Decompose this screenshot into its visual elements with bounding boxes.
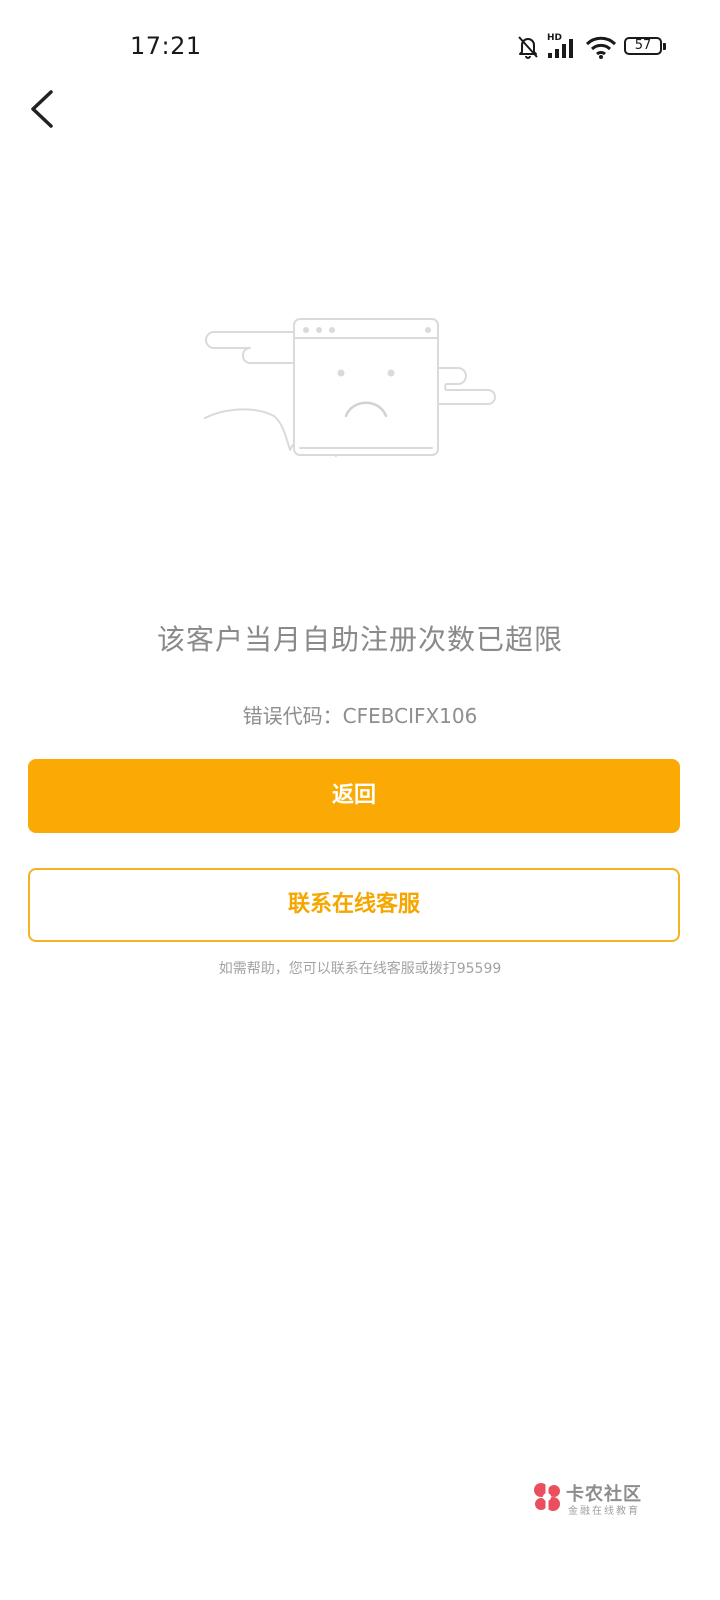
battery-icon: 57 <box>624 37 662 55</box>
watermark-subtitle: 金融在线教育 <box>568 1506 640 1517</box>
back-button[interactable] <box>20 82 68 134</box>
signal-icon <box>548 39 573 58</box>
error-message: 该客户当月自助注册次数已超限 <box>156 623 563 656</box>
chevron-left-icon <box>31 90 53 128</box>
return-button[interactable]: 返回 <box>28 759 680 833</box>
status-time: 17:21 <box>130 32 202 60</box>
watermark-logo-icon <box>534 1483 560 1511</box>
status-bar: 17:21 HD 57 <box>0 0 720 96</box>
watermark: 卡农社区 金融在线教育 <box>530 1480 670 1522</box>
error-code-value: CFEBCIFX106 <box>342 704 478 728</box>
contact-online-service-button[interactable]: 联系在线客服 <box>28 868 680 942</box>
error-code-label: 错误代码： <box>242 704 343 728</box>
help-text: 如需帮助，您可以联系在线客服或拨打95599 <box>218 961 502 977</box>
wifi-icon <box>585 36 617 59</box>
bell-muted-icon <box>518 36 538 59</box>
battery-tip <box>663 43 666 50</box>
sad-browser-window-illustration <box>200 312 500 462</box>
error-code-row: 错误代码：CFEBCIFX106 <box>0 700 720 729</box>
battery-level: 57 <box>634 38 652 53</box>
